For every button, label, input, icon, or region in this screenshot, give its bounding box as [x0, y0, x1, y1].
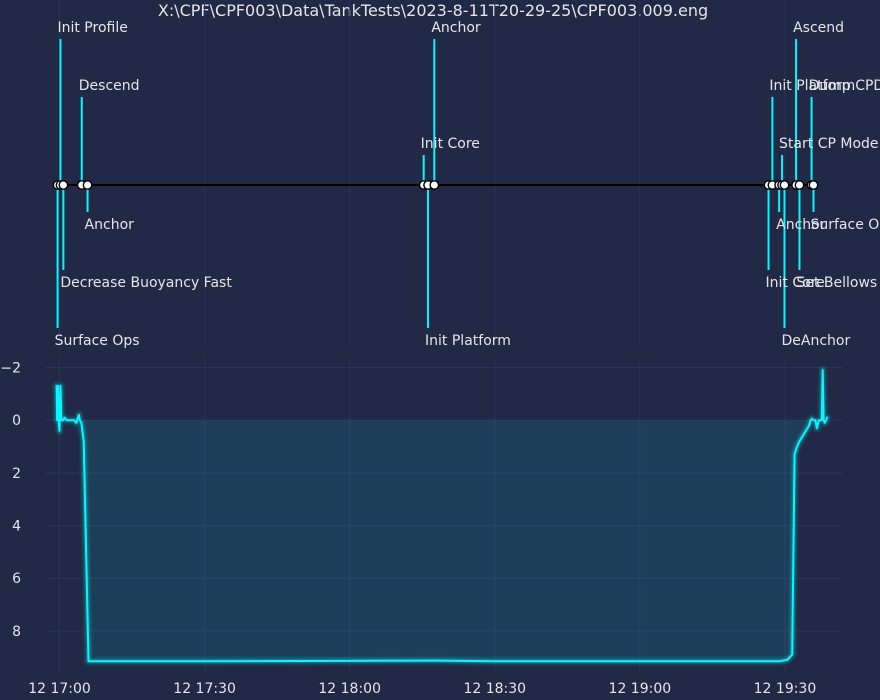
event-timeline-panel: Surface Ops Init Profile Decrease Buoyancy…: [52, 0, 880, 349]
event-label: Start CP Mode: [779, 136, 878, 152]
event-marker: [58, 180, 69, 190]
event-marker: [429, 180, 440, 190]
event-label: Anchor: [85, 217, 135, 233]
x-tick-label: 12 19:00: [609, 681, 672, 697]
y-tick-label: 0: [12, 413, 21, 429]
event-marker: [794, 180, 805, 190]
x-tick-label: 12 18:00: [318, 681, 381, 697]
event-label: Init Core: [421, 136, 480, 152]
depth-area-fill: [56, 370, 828, 662]
event-label: Init Platform: [425, 333, 511, 349]
y-tick-label: 4: [12, 519, 21, 535]
depth-plot-panel: −2 0 2 4 6 8 12 17:00 12 17:30 12 18:00 12 18:30 1…: [0, 357, 843, 697]
event-label: Descend: [79, 78, 140, 94]
event-marker: [808, 180, 819, 190]
x-tick-label: 12 19:30: [754, 681, 817, 697]
event-label: Decrease Buoyancy Fast: [60, 275, 232, 291]
event-label: Dump CPData: [809, 78, 880, 94]
x-tick-label: 12 18:30: [463, 681, 526, 697]
y-tick-label: 8: [12, 624, 21, 640]
event-label: Set Bellows: [796, 275, 877, 291]
chart-svg: X:\CPF\CPF003\Data\TankTests\2023-8-11T2…: [0, 0, 880, 697]
y-tick-label: −2: [0, 361, 21, 377]
event-label: Ascend: [793, 20, 844, 36]
y-tick-label: 6: [12, 571, 21, 587]
event-marker: [779, 180, 790, 190]
x-tick-label: 12 17:30: [173, 681, 236, 697]
x-tick-label: 12 17:00: [28, 681, 91, 697]
event-label: Anchor: [431, 20, 481, 36]
event-label: Init Profile: [57, 20, 127, 36]
event-marker: [82, 180, 93, 190]
event-label: Surface Ops: [810, 217, 880, 233]
chart-title: X:\CPF\CPF003\Data\TankTests\2023-8-11T2…: [158, 1, 708, 20]
event-label: DeAnchor: [781, 333, 850, 349]
y-tick-label: 2: [12, 466, 21, 482]
chart-canvas: X:\CPF\CPF003\Data\TankTests\2023-8-11T2…: [0, 0, 880, 700]
event-label: Surface Ops: [55, 333, 140, 349]
